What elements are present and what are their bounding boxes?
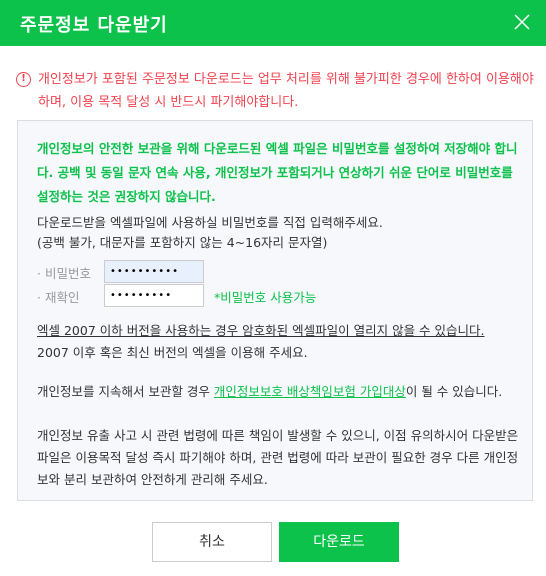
warning-text: 개인정보가 포함된 주문정보 다운로드는 업무 처리를 위해 불가피한 경우에 … <box>38 72 534 110</box>
close-icon[interactable] <box>512 12 532 32</box>
exclamation-circle-icon: ! <box>16 72 31 87</box>
download-button[interactable]: 다운로드 <box>279 522 399 562</box>
password-input[interactable]: •••••••••• <box>104 260 204 283</box>
excel-version-advice: 2007 이후 혹은 최신 버전의 엑셀을 이용해 주세요. <box>37 345 308 360</box>
dialog-title: 주문정보 다운받기 <box>20 15 168 36</box>
password-status: *비밀번호 사용가능 <box>214 290 317 305</box>
dialog-header: 주문정보 다운받기 <box>0 0 546 46</box>
retention-text-end: 이 될 수 있습니다. <box>405 384 503 399</box>
confirm-password-input[interactable]: ••••••••• <box>104 284 204 307</box>
insurance-link[interactable]: 개인정보보호 배상책임보험 가입대상 <box>214 384 406 399</box>
cancel-button[interactable]: 취소 <box>152 522 272 562</box>
retention-note: 개인정보를 지속해서 보관할 경우 개인정보보호 배상책임보험 가입대상이 될 … <box>37 381 527 403</box>
excel-version-note: 엑셀 2007 이하 버전을 사용하는 경우 암호화된 엑셀파일이 열리지 않을… <box>37 323 485 338</box>
privacy-warning: ! 개인정보가 포함된 주문정보 다운로드는 업무 처리를 위해 불가피한 경우… <box>16 68 536 114</box>
password-rule-text: (공백 불가, 대문자를 포함하지 않는 4~16자리 문자열) <box>37 235 328 250</box>
password-panel: 개인정보의 안전한 보관을 위해 다운로드된 엑셀 파일은 비밀번호를 설정하여… <box>17 120 533 501</box>
leak-note: 개인정보 유출 사고 시 관련 법령에 따른 책임이 발생할 수 있으니, 이점… <box>37 428 519 487</box>
security-notice: 개인정보의 안전한 보관을 위해 다운로드된 엑셀 파일은 비밀번호를 설정하여… <box>37 141 518 204</box>
instruction-text: 다운로드받을 엑셀파일에 사용하실 비밀번호를 직접 입력해주세요. <box>37 215 383 230</box>
retention-text: 개인정보를 지속해서 보관할 경우 <box>37 384 214 399</box>
confirm-label: · 재확인 <box>37 290 80 305</box>
password-label: · 비밀번호 <box>37 266 91 281</box>
